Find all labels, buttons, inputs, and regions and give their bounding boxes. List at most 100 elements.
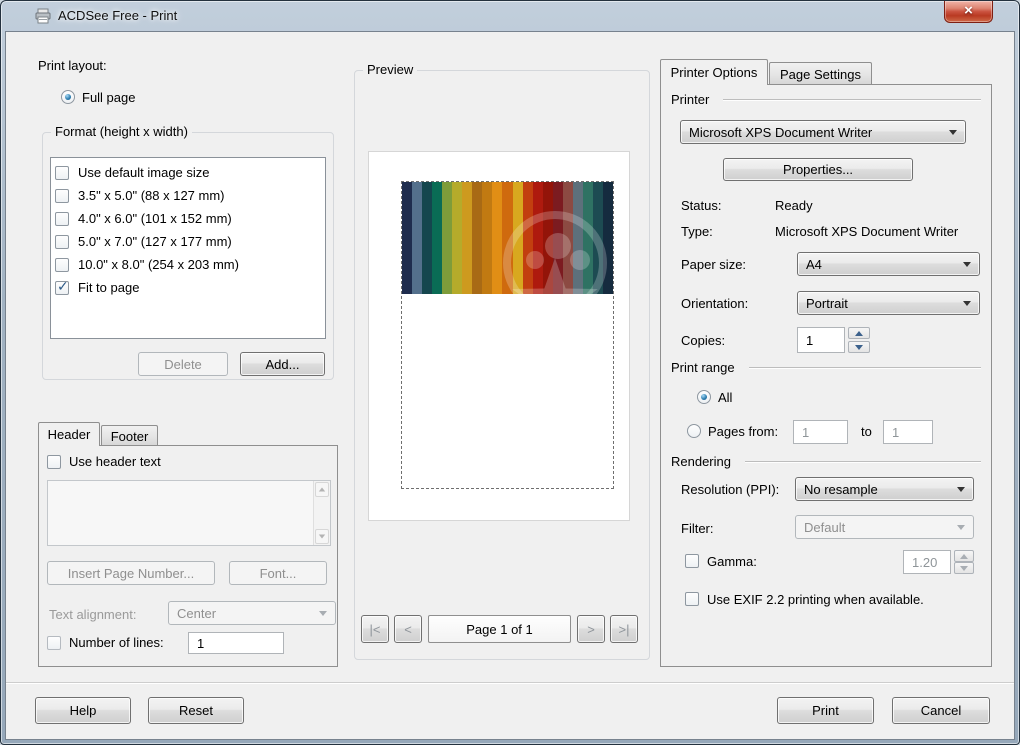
print-layout-label: Print layout: [38,58,107,73]
gamma-down-button[interactable] [954,562,974,574]
orientation-select[interactable]: Portrait [797,291,980,315]
exif-checkbox[interactable] [685,592,699,606]
tab-header[interactable]: Header [38,422,100,446]
close-button[interactable]: × [944,1,993,23]
header-text-area[interactable] [47,480,331,546]
copies-input[interactable]: 1 [797,327,845,353]
all-label: All [718,390,733,405]
format-list-item[interactable]: 10.0" x 8.0" (254 x 203 mm) [51,254,325,277]
format-item-checkbox[interactable] [55,212,69,226]
tab-printer-options[interactable]: Printer Options [660,59,768,85]
rendering-section-line [745,461,981,462]
pages-from-input[interactable]: 1 [793,420,848,444]
chevron-down-icon [319,611,327,616]
cancel-button[interactable]: Cancel [892,697,990,724]
paper-size-label: Paper size: [681,257,747,272]
window-title: ACDSee Free - Print [58,8,178,23]
pages-to-input[interactable]: 1 [883,420,933,444]
format-list[interactable]: Use default image size 3.5" x 5.0" (88 x… [50,157,326,339]
format-item-label: Fit to page [78,280,140,295]
copies-up-button[interactable] [848,327,870,339]
paper-size-select[interactable]: A4 [797,252,980,276]
format-item-checkbox[interactable] [55,235,69,249]
format-list-item[interactable]: 5.0" x 7.0" (127 x 177 mm) [51,231,325,254]
properties-button[interactable]: Properties... [723,158,913,181]
preview-groupbox: Preview |< < Page 1 of 1 > >| [354,62,650,660]
format-item-checkbox[interactable] [55,279,69,295]
resolution-label: Resolution (PPI): [681,482,780,497]
number-of-lines-checkbox[interactable] [47,636,61,650]
pager-prev-button[interactable]: < [394,615,422,643]
reset-button[interactable]: Reset [148,697,244,724]
pager-label: Page 1 of 1 [428,615,571,643]
print-dialog-window: ACDSee Free - Print × Print layout: Full… [0,0,1020,745]
to-label: to [861,424,872,439]
status-label: Status: [681,198,722,213]
pager-first-button[interactable]: |< [361,615,389,643]
printer-section-line [723,99,981,100]
all-radio[interactable] [697,390,711,404]
acdsee-watermark-icon [503,211,607,294]
use-header-text-label: Use header text [69,454,161,469]
text-alignment-label: Text alignment: [49,607,137,622]
number-of-lines-input[interactable]: 1 [188,632,284,654]
full-page-radio[interactable] [61,90,75,104]
format-list-item[interactable]: 4.0" x 6.0" (101 x 152 mm) [51,208,325,231]
copies-down-button[interactable] [848,341,870,353]
scroll-up-icon[interactable] [315,482,329,497]
text-alignment-value: Center [177,605,217,621]
rendering-section-label: Rendering [671,454,731,469]
spin-up-icon [855,330,863,336]
preview-image [402,182,613,294]
printer-value: Microsoft XPS Document Writer [689,124,873,140]
type-value: Microsoft XPS Document Writer [775,224,959,239]
format-legend: Format (height x width) [51,124,192,139]
format-item-checkbox[interactable] [55,189,69,203]
spin-down-icon [855,344,863,350]
type-label: Type: [681,224,713,239]
dialog-body: Print layout: Full page Format (height x… [5,31,1015,740]
chevron-down-icon [957,487,965,492]
scroll-down-icon[interactable] [315,529,329,544]
format-list-item[interactable]: Fit to page [51,277,325,300]
pages-from-radio[interactable] [687,424,701,438]
gamma-label: Gamma: [707,554,757,569]
pager-next-button[interactable]: > [577,615,605,643]
format-item-label: 5.0" x 7.0" (127 x 177 mm) [78,234,232,249]
pages-from-label: Pages from: [708,424,779,439]
footer-separator [6,682,1014,683]
gamma-checkbox[interactable] [685,554,699,568]
status-value: Ready [775,198,813,213]
format-list-item[interactable]: 3.5" x 5.0" (88 x 127 mm) [51,185,325,208]
print-button[interactable]: Print [777,697,874,724]
format-item-checkbox[interactable] [55,166,69,180]
filter-select[interactable]: Default [795,515,974,539]
print-range-section-label: Print range [671,360,735,375]
printer-select[interactable]: Microsoft XPS Document Writer [680,120,966,144]
gamma-input[interactable]: 1.20 [903,550,951,574]
text-alignment-select[interactable]: Center [168,601,336,625]
format-item-checkbox[interactable] [55,258,69,272]
pager-last-button[interactable]: >| [610,615,638,643]
header-text-scrollbar[interactable] [313,481,330,545]
format-item-label: 10.0" x 8.0" (254 x 203 mm) [78,257,239,272]
printer-app-icon [34,7,52,25]
insert-page-number-button[interactable]: Insert Page Number... [47,561,215,585]
tab-page-settings[interactable]: Page Settings [769,62,872,85]
add-button[interactable]: Add... [240,352,325,376]
title-bar[interactable]: ACDSee Free - Print × [1,1,1019,31]
tab-footer[interactable]: Footer [101,425,158,446]
font-button[interactable]: Font... [229,561,327,585]
header-tab-panel: Use header text Insert Page Number... Fo… [38,445,338,667]
printer-section-label: Printer [671,92,710,107]
chevron-down-icon [963,262,971,267]
delete-button[interactable]: Delete [138,352,228,376]
use-header-text-checkbox[interactable] [47,455,61,469]
format-list-item[interactable]: Use default image size [51,162,325,185]
gamma-up-button[interactable] [954,550,974,562]
chevron-down-icon [963,301,971,306]
help-button[interactable]: Help [35,697,131,724]
resolution-select[interactable]: No resample [795,477,974,501]
print-area-marquee [401,181,614,489]
spin-up-icon [960,553,968,559]
